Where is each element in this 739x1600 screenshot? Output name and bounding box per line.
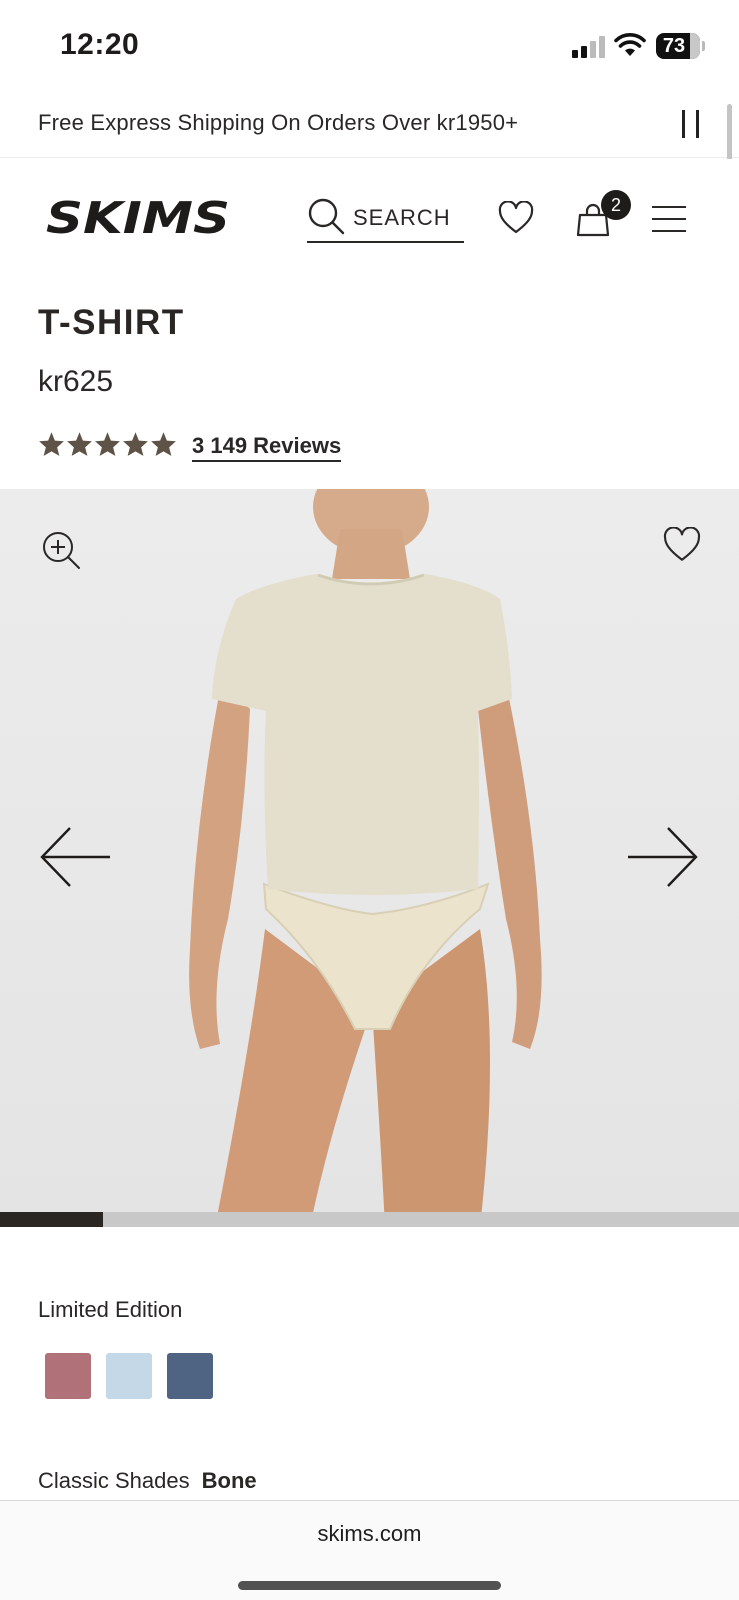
browser-address-bar[interactable]: skims.com bbox=[0, 1500, 739, 1600]
next-image-arrow-icon[interactable] bbox=[626, 825, 700, 889]
product-collection-label-cut bbox=[38, 269, 228, 275]
wishlist-heart-icon[interactable] bbox=[498, 201, 534, 235]
zoom-in-icon[interactable] bbox=[40, 529, 82, 571]
url-text[interactable]: skims.com bbox=[0, 1521, 739, 1547]
product-info: T-SHIRT kr625 3 149 Reviews bbox=[0, 269, 739, 489]
previous-image-arrow-icon[interactable] bbox=[38, 825, 112, 889]
limited-edition-swatches bbox=[45, 1353, 213, 1399]
star-icon bbox=[95, 432, 120, 456]
gallery-progress-fill bbox=[0, 1212, 104, 1227]
star-icon bbox=[123, 432, 148, 456]
star-icon bbox=[67, 432, 92, 456]
status-time: 12:20 bbox=[60, 28, 140, 61]
cellular-signal-icon bbox=[572, 36, 606, 58]
color-swatch-rose[interactable] bbox=[45, 1353, 91, 1399]
hamburger-menu-icon[interactable] bbox=[652, 206, 686, 232]
search-label: SEARCH bbox=[353, 205, 451, 230]
color-swatch-blue-floral[interactable] bbox=[106, 1353, 152, 1399]
search-icon bbox=[308, 198, 345, 235]
star-icon bbox=[39, 432, 64, 456]
skims-logo[interactable]: SKIMS bbox=[46, 193, 232, 241]
classic-shades-row: Classic Shades Bone bbox=[38, 1468, 257, 1494]
site-header: SKIMS SEARCH 2 bbox=[0, 159, 739, 269]
search-button[interactable]: SEARCH bbox=[307, 197, 464, 243]
gallery-progress-bar bbox=[0, 1212, 739, 1227]
battery-level: 73 bbox=[662, 35, 686, 57]
product-price: kr625 bbox=[38, 365, 114, 398]
product-image-gallery[interactable] bbox=[0, 489, 739, 1227]
star-rating bbox=[38, 431, 177, 457]
battery-icon: 73 bbox=[656, 33, 700, 59]
battery-tip bbox=[702, 41, 705, 51]
home-indicator[interactable] bbox=[238, 1581, 501, 1590]
svg-text:SKIMS: SKIMS bbox=[46, 193, 230, 241]
status-bar: 12:20 73 bbox=[0, 0, 739, 96]
limited-edition-label: Limited Edition bbox=[38, 1297, 183, 1322]
color-swatch-navy[interactable] bbox=[167, 1353, 213, 1399]
bag-count-badge[interactable]: 2 bbox=[601, 190, 631, 220]
classic-shades-label: Classic Shades bbox=[38, 1468, 190, 1493]
promo-text: Free Express Shipping On Orders Over kr1… bbox=[38, 110, 519, 135]
reviews-link[interactable]: 3 149 Reviews bbox=[192, 433, 342, 462]
pause-icon[interactable] bbox=[682, 110, 704, 140]
promo-banner[interactable]: Free Express Shipping On Orders Over kr1… bbox=[0, 96, 739, 158]
star-icon bbox=[151, 432, 176, 456]
selected-shade-value: Bone bbox=[201, 1468, 257, 1493]
favorite-heart-icon[interactable] bbox=[663, 527, 701, 563]
wifi-icon bbox=[614, 33, 646, 56]
product-title: T-SHIRT bbox=[38, 303, 185, 342]
